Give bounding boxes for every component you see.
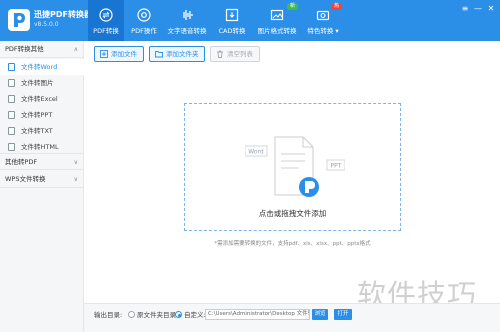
- image-icon: [270, 9, 284, 21]
- browse-button[interactable]: 浏览: [312, 309, 328, 320]
- trash-icon: [217, 50, 223, 58]
- add-file-icon: [100, 50, 108, 58]
- clear-list-button[interactable]: 清空列表: [210, 46, 260, 62]
- new-badge: 新: [287, 3, 298, 10]
- nav-special-convert[interactable]: 特色转换 ▾ 热: [303, 0, 343, 41]
- document-icon: [8, 143, 15, 151]
- group-label: WPS文件转换: [5, 175, 46, 183]
- app-title: 迅捷PDF转换器: [34, 10, 92, 19]
- nav-image-format[interactable]: 图片格式转换 新: [255, 0, 299, 41]
- output-dir-label: 输出目录:: [94, 311, 123, 319]
- sidebar-group-pdf-to-other[interactable]: PDF转换其他 ∧: [0, 41, 84, 58]
- app-logo-icon: [8, 9, 30, 31]
- menu-icon[interactable]: ≡: [460, 4, 470, 14]
- nav-pdf-convert[interactable]: PDF转换: [88, 0, 124, 41]
- nav-cad-convert[interactable]: CAD转换: [214, 0, 250, 41]
- group-label: 其他转PDF: [5, 158, 38, 166]
- original-folder-label: 原文件夹目录: [137, 311, 176, 319]
- clear-list-label: 清空列表: [227, 50, 253, 58]
- add-folder-icon: [155, 51, 163, 58]
- sidebar-item-label: 文件转Excel: [21, 95, 58, 103]
- document-icon: [8, 127, 15, 135]
- swap-icon: [99, 8, 113, 22]
- chevron-down-icon: ∨: [73, 159, 78, 166]
- nav-label: 图片格式转换: [257, 27, 297, 35]
- add-file-button[interactable]: 添加文件: [94, 46, 144, 62]
- output-path-input[interactable]: C:\Users\Administrator\Desktop 文件转换: [205, 309, 310, 320]
- sidebar-item-ppt[interactable]: 文件转PPT: [0, 107, 84, 123]
- radio-original-folder[interactable]: [128, 311, 135, 318]
- minimize-icon[interactable]: —: [473, 4, 483, 14]
- drop-zone-text: 点击或拖拽文件添加: [258, 209, 327, 218]
- close-icon[interactable]: ✕: [486, 4, 496, 14]
- nav-label: PDF操作: [131, 27, 157, 35]
- nav-label: PDF转换: [93, 27, 119, 35]
- settings-circle-icon: [137, 8, 151, 22]
- audio-wave-icon: [183, 10, 193, 20]
- ppt-doc-label: PPT: [331, 163, 342, 170]
- hot-badge: 热: [331, 3, 342, 10]
- sidebar-group-wps[interactable]: WPS文件转换 ∨: [0, 171, 84, 188]
- chevron-down-icon: ▾: [335, 27, 339, 35]
- nav-pdf-operations[interactable]: PDF操作: [126, 0, 162, 41]
- app-version: v8.5.0.0: [34, 21, 59, 28]
- document-icon: [8, 111, 15, 119]
- add-file-label: 添加文件: [111, 50, 137, 58]
- add-folder-button[interactable]: 添加文件夹: [149, 46, 205, 62]
- title-bar: 迅捷PDF转换器 v8.5.0.0 PDF转换 PDF操作 文字语音转换 CAD…: [0, 0, 500, 41]
- nav-label: CAD转换: [218, 27, 246, 35]
- chevron-up-icon: ∧: [73, 46, 78, 53]
- cad-download-icon: [225, 8, 239, 22]
- sidebar-item-word[interactable]: 文件转Word: [0, 59, 84, 75]
- document-icon: [8, 63, 15, 71]
- supported-formats-hint: *需添加需要转换的文件，支持pdf、xls、xlsx、ppt、pptx格式: [214, 241, 371, 247]
- sidebar-item-image[interactable]: 文件转图片: [0, 75, 84, 91]
- sidebar: PDF转换其他 ∧ 文件转Word 文件转图片 文件转Excel 文件转PPT …: [0, 41, 84, 332]
- radio-custom-folder[interactable]: [175, 311, 182, 318]
- nav-label: 文字语音转换: [167, 27, 207, 35]
- sidebar-item-txt[interactable]: 文件转TXT: [0, 123, 84, 139]
- chevron-down-icon: ∨: [73, 176, 78, 183]
- nav-label: 特色转换 ▾: [307, 27, 339, 35]
- sidebar-item-label: 文件转图片: [21, 79, 54, 87]
- sidebar-item-excel[interactable]: 文件转Excel: [0, 91, 84, 107]
- custom-folder-label: 自定义:: [184, 311, 206, 319]
- camera-icon: [316, 10, 330, 21]
- sidebar-item-label: 文件转HTML: [21, 143, 59, 151]
- document-illustration-icon: Word PPT: [245, 136, 345, 197]
- group-label: PDF转换其他: [5, 45, 44, 53]
- sidebar-item-label: 文件转PPT: [21, 111, 53, 119]
- add-folder-label: 添加文件夹: [166, 50, 199, 58]
- sidebar-item-label: 文件转Word: [21, 63, 58, 71]
- open-button[interactable]: 打开: [334, 309, 352, 320]
- sidebar-group-other-to-pdf[interactable]: 其他转PDF ∨: [0, 153, 84, 170]
- word-doc-label: Word: [248, 149, 264, 156]
- document-icon: [8, 79, 15, 87]
- sidebar-item-label: 文件转TXT: [21, 127, 53, 135]
- nav-text-speech[interactable]: 文字语音转换: [165, 0, 209, 41]
- document-icon: [8, 95, 15, 103]
